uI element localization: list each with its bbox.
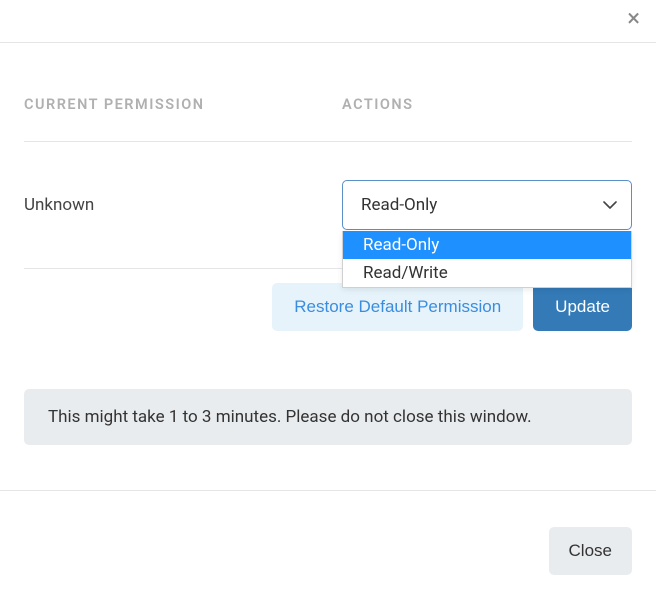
notice-banner: This might take 1 to 3 minutes. Please d… <box>24 389 632 445</box>
modal-root: × CURRENT PERMISSION ACTIONS Unknown Rea… <box>0 0 656 599</box>
close-icon[interactable]: × <box>627 6 640 30</box>
dropdown-option-read-only[interactable]: Read-Only <box>343 231 631 259</box>
modal-footer: Close <box>549 527 632 575</box>
chevron-down-icon <box>603 201 617 209</box>
restore-default-button[interactable]: Restore Default Permission <box>272 283 523 331</box>
current-permission-header-label: CURRENT PERMISSION <box>24 96 342 113</box>
actions-header-label: ACTIONS <box>342 96 632 113</box>
divider-bottom <box>0 490 656 491</box>
permission-select-value: Read-Only <box>361 195 437 215</box>
column-headers: CURRENT PERMISSION ACTIONS <box>24 96 632 113</box>
permission-row: Unknown Read-Only Read-Only Read/Write <box>24 180 632 230</box>
dropdown-option-read-write[interactable]: Read/Write <box>343 259 631 287</box>
divider-columns <box>24 141 632 142</box>
close-button[interactable]: Close <box>549 527 632 575</box>
permission-dropdown: Read-Only Read/Write <box>342 231 632 288</box>
modal-content: CURRENT PERMISSION ACTIONS Unknown Read-… <box>0 42 656 445</box>
actions-cell: Read-Only Read-Only Read/Write <box>342 180 632 230</box>
update-button[interactable]: Update <box>533 283 632 331</box>
action-buttons: Restore Default Permission Update <box>24 283 632 331</box>
column-header-actions: ACTIONS <box>342 96 632 113</box>
current-permission-value: Unknown <box>24 195 342 215</box>
permission-select[interactable]: Read-Only <box>342 180 632 230</box>
notice-text: This might take 1 to 3 minutes. Please d… <box>48 407 532 427</box>
column-header-current-permission: CURRENT PERMISSION <box>24 96 342 113</box>
